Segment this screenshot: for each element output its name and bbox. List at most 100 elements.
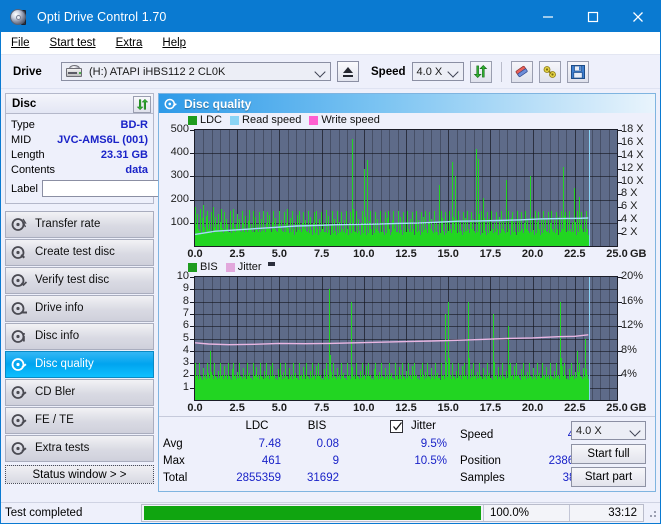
disc-quality-panel: Disc quality LDC Read speed Write speed … xyxy=(158,93,656,492)
charts-container: LDC Read speed Write speed 100 200 300 4… xyxy=(159,113,655,416)
disc-row-length: Length 23.31 GB xyxy=(11,147,148,162)
x-tick-label: 22.5 xyxy=(564,402,586,414)
sidebar-item-cd-bler[interactable]: CD Bler xyxy=(5,379,154,406)
x-tick-label: 10.0 xyxy=(353,248,375,260)
toolbar: Drive (H:) ATAPI iHBS112 2 CL0K Speed 4.… xyxy=(1,55,660,89)
sidebar-item-label: FE / TE xyxy=(35,413,74,426)
disc-label-row: Label xyxy=(11,178,244,199)
close-button[interactable] xyxy=(615,1,660,32)
x-tick-label: 5.0 xyxy=(271,248,288,260)
sidebar-item-extra-tests[interactable]: Extra tests xyxy=(5,435,154,462)
y2-tick-label: 8 X xyxy=(621,187,638,200)
start-full-button[interactable]: Start full xyxy=(571,444,646,464)
y2-tick-label: 18 X xyxy=(621,123,644,135)
sidebar-item-drive-info[interactable]: Drive info xyxy=(5,295,154,322)
sidebar-item-verify-test-disc[interactable]: Verify test disc xyxy=(5,267,154,294)
menu-bar: File Start test Extra Help xyxy=(1,32,660,55)
save-button[interactable] xyxy=(566,60,589,83)
y-tick-label: 400 xyxy=(170,146,189,159)
test-speed-select[interactable]: 4.0 X xyxy=(571,421,646,440)
sidebar-item-label: Create test disc xyxy=(35,245,115,258)
y-tick-label: 200 xyxy=(170,192,189,205)
eject-icon xyxy=(343,66,353,73)
test-speed-value: 4.0 X xyxy=(576,424,602,437)
sidebar-item-label: CD Bler xyxy=(35,385,76,398)
chart-ldc-legend: LDC Read speed Write speed xyxy=(188,114,385,126)
elapsed-time: 33:12 xyxy=(569,505,643,521)
disc-info-icon xyxy=(11,329,28,344)
y-tick-label: 5 xyxy=(182,331,189,344)
x-tick-label: 25.0 xyxy=(606,248,628,260)
status-text: Test completed xyxy=(5,507,83,519)
progress-area: 100.0% 33:12 xyxy=(141,504,644,522)
sidebar-item-disc-info[interactable]: Disc info xyxy=(5,323,154,350)
disc-type-value: BD-R xyxy=(120,118,149,131)
disc-bler-icon xyxy=(11,385,28,400)
menu-help[interactable]: Help xyxy=(162,37,186,49)
y-tick-label: 300 xyxy=(170,169,189,182)
y-tick-label: 500 xyxy=(170,123,189,135)
menu-start-test[interactable]: Start test xyxy=(50,37,96,49)
tools-button[interactable] xyxy=(538,60,561,83)
y-tick-label: 3 xyxy=(182,356,189,369)
menu-file[interactable]: File xyxy=(11,37,30,49)
disc-quality-icon xyxy=(11,357,28,372)
eject-button[interactable] xyxy=(337,61,359,82)
refresh-icon xyxy=(136,98,148,110)
minimize-button[interactable] xyxy=(525,1,570,32)
disc-quality-icon xyxy=(164,97,178,111)
y2-tick-label: 6 X xyxy=(621,200,638,213)
stats-jitter-avg: 9.5% xyxy=(420,438,447,450)
legend-item-write-speed: Write speed xyxy=(309,114,380,126)
save-icon xyxy=(570,64,585,79)
stats-row-avg-label: Avg xyxy=(163,438,183,450)
legend-swatch xyxy=(230,115,240,125)
status-window-button[interactable]: Status window > > xyxy=(5,465,154,484)
refresh-button[interactable] xyxy=(469,60,492,83)
disc-row-contents: Contents data xyxy=(11,162,148,177)
x-tick-label: 2.5 xyxy=(229,402,245,414)
chart-bis-plot xyxy=(194,276,618,401)
disc-quality-header: Disc quality xyxy=(159,94,655,113)
sidebar-item-disc-quality[interactable]: Disc quality xyxy=(5,351,154,378)
disc-verify-icon xyxy=(11,273,28,288)
sidebar-nav: Transfer rate Create test disc Verify te… xyxy=(5,211,154,462)
menu-extra[interactable]: Extra xyxy=(116,37,143,49)
sidebar-item-transfer-rate[interactable]: Transfer rate xyxy=(5,211,154,238)
chevron-down-icon xyxy=(449,67,458,76)
x-axis-unit: GB xyxy=(630,402,647,414)
disc-contents-label: Contents xyxy=(11,163,56,176)
stats-ldc-total: 2855359 xyxy=(236,472,281,484)
sidebar-item-fe-te[interactable]: FE / TE xyxy=(5,407,154,434)
drive-select[interactable]: (H:) ATAPI iHBS112 2 CL0K xyxy=(61,62,331,81)
progress-bar xyxy=(144,506,481,520)
stats-panel: LDC BIS Jitter Avg Max Total 7.48 461 28… xyxy=(159,416,655,491)
drive-select-value: (H:) ATAPI iHBS112 2 CL0K xyxy=(89,65,226,78)
y-tick-label: 10 xyxy=(176,270,189,282)
refresh-icon xyxy=(473,65,488,78)
disc-refresh-button[interactable] xyxy=(133,95,151,113)
y-tick-label: 2 xyxy=(182,368,189,381)
sidebar-item-label: Disc info xyxy=(35,329,80,342)
x-tick-label: 12.5 xyxy=(395,248,417,260)
speed-label: Speed xyxy=(371,65,406,78)
toolbar-divider xyxy=(500,61,502,82)
y2-tick-label: 4% xyxy=(621,368,637,381)
stats-samples-label: Samples xyxy=(460,472,505,484)
legend-item-read-speed: Read speed xyxy=(230,114,301,126)
sidebar: Disc Type BD-R MID JVC-AMS6L (001) Lengt… xyxy=(1,89,244,492)
speed-select[interactable]: 4.0 X xyxy=(411,62,464,81)
resize-grip[interactable] xyxy=(646,507,658,519)
x-tick-label: 0.0 xyxy=(187,402,203,414)
legend-label: Jitter xyxy=(237,261,262,273)
jitter-checkbox[interactable] xyxy=(390,420,403,433)
legend-item-bis: BIS xyxy=(188,261,218,273)
app-disc-icon xyxy=(10,8,28,26)
sidebar-item-create-test-disc[interactable]: Create test disc xyxy=(5,239,154,266)
erase-button[interactable] xyxy=(510,60,533,83)
stats-bis-total: 31692 xyxy=(307,472,339,484)
maximize-button[interactable] xyxy=(570,1,615,32)
x-tick-label: 17.5 xyxy=(479,248,502,260)
x-tick-label: 7.5 xyxy=(313,402,330,414)
start-part-button[interactable]: Start part xyxy=(571,467,646,487)
